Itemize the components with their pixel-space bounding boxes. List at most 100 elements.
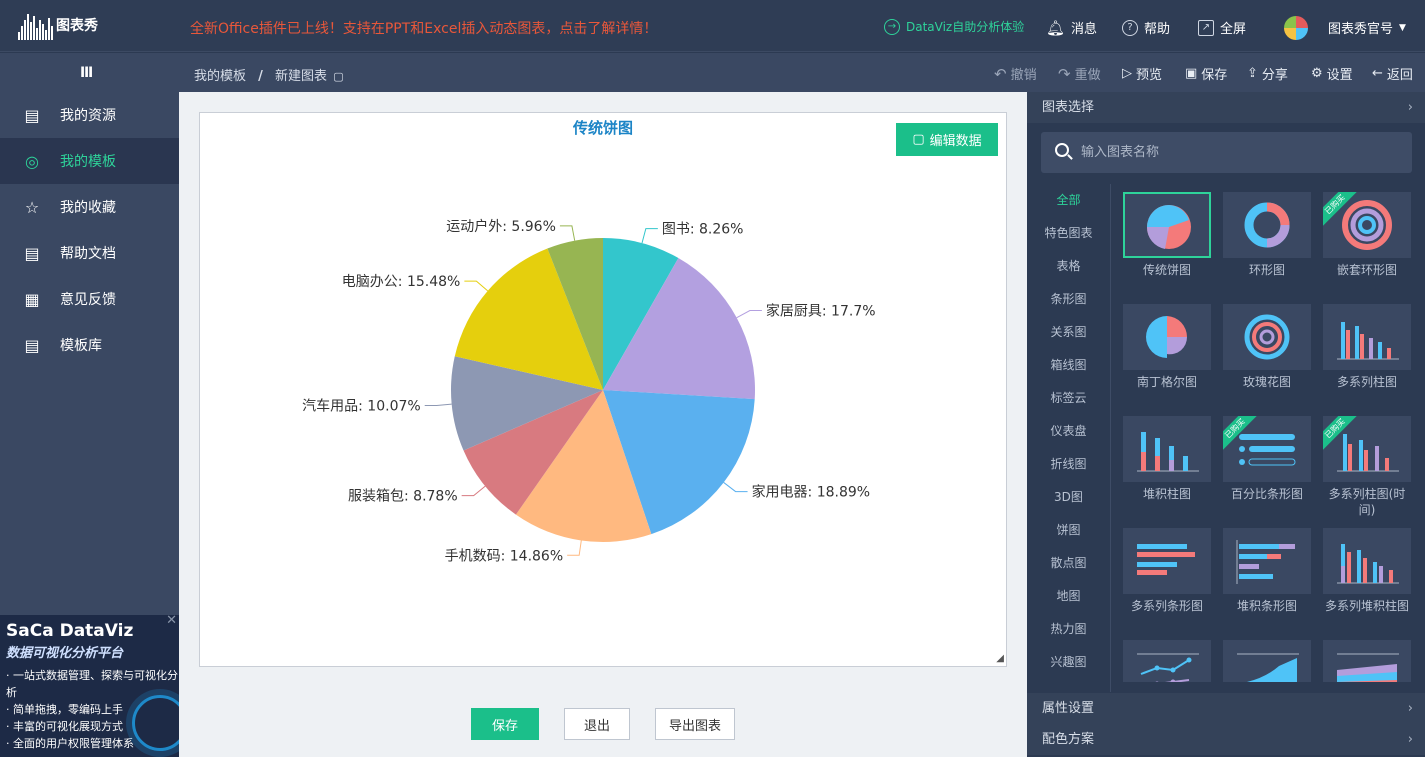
- property-settings-label: 属性设置: [1042, 701, 1095, 716]
- category-item[interactable]: 表格: [1027, 250, 1110, 283]
- chart-thumbnail: 已购买: [1323, 416, 1411, 482]
- share-button[interactable]: ⇪ 分享: [1247, 64, 1288, 83]
- fullscreen-button[interactable]: ↗ 全屏: [1198, 18, 1246, 37]
- category-item[interactable]: 3D图: [1027, 481, 1110, 514]
- share-icon: ⇪: [1247, 66, 1258, 81]
- arrow-left-icon: ←: [1372, 66, 1383, 81]
- sidebar-item-label: 意见反馈: [60, 292, 116, 308]
- settings-button[interactable]: ⚙ 设置: [1311, 64, 1353, 83]
- chart-type-tile[interactable]: 南丁格尔图: [1123, 304, 1211, 390]
- resize-handle-icon[interactable]: ◢: [996, 653, 1004, 664]
- chart-type-tile[interactable]: 玫瑰花图: [1223, 304, 1311, 390]
- account-menu[interactable]: 图表秀官号 ▼: [1328, 18, 1406, 37]
- sidebar-item-library[interactable]: ▤ 模板库: [0, 322, 179, 368]
- logo[interactable]: 图表秀: [18, 10, 98, 40]
- save-toolbar-label: 保存: [1201, 68, 1228, 83]
- chart-type-tile[interactable]: 传统饼图: [1123, 192, 1211, 278]
- close-icon[interactable]: ✕: [166, 615, 177, 628]
- chevron-right-icon: ›: [1407, 100, 1413, 115]
- chart-type-label: 堆积柱图: [1142, 487, 1191, 501]
- chart-type-tile[interactable]: [1223, 640, 1311, 682]
- sidebar-item-help-docs[interactable]: ▤ 帮助文档: [0, 230, 179, 276]
- chart-type-tile[interactable]: 堆积柱图: [1123, 416, 1211, 502]
- chart-thumbnail: [1123, 640, 1211, 682]
- category-item[interactable]: 全部: [1027, 184, 1110, 217]
- chart-select-label: 图表选择: [1042, 100, 1095, 115]
- promo-banner[interactable]: ✕ SaCa DataViz 数据可视化分析平台 一站式数据管理、探索与可视化分…: [0, 615, 179, 757]
- announcement-link[interactable]: 全新Office插件已上线！支持在PPT和Excel插入动态图表，点击了解详情！: [190, 18, 657, 38]
- main-area: 传统饼图 ▢ 编辑数据 图书: 8.26% 家居厨具: 17.7% 家用电器: 18…: [179, 92, 1027, 757]
- library-icon: ▤: [24, 335, 40, 355]
- sidebar-item-feedback[interactable]: ▦ 意见反馈: [0, 276, 179, 322]
- category-item[interactable]: 仪表盘: [1027, 415, 1110, 448]
- sidebar-item-label: 帮助文档: [60, 246, 116, 262]
- menu-toggle-icon[interactable]: Ⅲ: [80, 65, 94, 81]
- bottom-actions: 保存 退出 导出图表: [179, 687, 1027, 757]
- messages-label: 消息: [1071, 22, 1098, 37]
- category-item[interactable]: 关系图: [1027, 316, 1110, 349]
- pie-slice-label: 家用电器: 18.89%: [752, 484, 871, 501]
- redo-button[interactable]: ↷ 重做: [1058, 64, 1101, 84]
- save-toolbar-button[interactable]: ▣ 保存: [1185, 64, 1227, 83]
- category-item[interactable]: 箱线图: [1027, 349, 1110, 382]
- chart-type-label: 南丁格尔图: [1136, 375, 1197, 389]
- category-item[interactable]: 特色图表: [1027, 217, 1110, 250]
- logo-text: 图表秀: [56, 18, 98, 34]
- pie-label-line: [461, 485, 486, 497]
- preview-button[interactable]: ▷ 预览: [1122, 64, 1162, 83]
- chart-thumbnail: 已购买: [1323, 192, 1411, 258]
- messages-button[interactable]: 🔔︎ 消息: [1046, 18, 1098, 38]
- sidebar-item-resources[interactable]: ▤ 我的资源: [0, 92, 179, 138]
- save-button[interactable]: 保存: [471, 708, 539, 740]
- sidebar-item-templates[interactable]: ◎ 我的模板: [0, 138, 179, 184]
- chart-type-label: 环形图: [1248, 263, 1285, 277]
- back-button[interactable]: ← 返回: [1372, 64, 1413, 83]
- breadcrumb-parent[interactable]: 我的模板: [194, 69, 246, 84]
- category-item[interactable]: 折线图: [1027, 448, 1110, 481]
- chart-thumbnail: [1223, 304, 1311, 370]
- color-scheme-label: 配色方案: [1042, 732, 1095, 747]
- export-button[interactable]: 导出图表: [655, 708, 735, 740]
- chart-select-header[interactable]: 图表选择 ›: [1027, 92, 1425, 123]
- chart-thumbnail: 已购买: [1223, 416, 1311, 482]
- sidebar-item-favorites[interactable]: ☆ 我的收藏: [0, 184, 179, 230]
- chart-type-tile[interactable]: 多系列柱图: [1323, 304, 1411, 390]
- chart-type-tile[interactable]: [1123, 640, 1211, 682]
- avatar[interactable]: [1284, 16, 1308, 40]
- category-item[interactable]: 地图: [1027, 580, 1110, 613]
- property-settings-header[interactable]: 属性设置 ›: [1027, 693, 1425, 724]
- chart-type-tile[interactable]: 多系列堆积柱图: [1323, 528, 1411, 614]
- chart-type-tile[interactable]: [1323, 640, 1411, 682]
- chart-type-tile[interactable]: 已购买 百分比条形图: [1223, 416, 1311, 502]
- breadcrumb-separator: /: [258, 69, 263, 84]
- category-item[interactable]: 饼图: [1027, 514, 1110, 547]
- play-icon: ▷: [1122, 66, 1132, 81]
- redo-label: 重做: [1074, 68, 1101, 83]
- chart-type-tile[interactable]: 已购买 多系列柱图(时间): [1323, 416, 1411, 518]
- undo-icon: ↶: [994, 64, 1007, 83]
- chart-type-tile[interactable]: 多系列条形图: [1123, 528, 1211, 614]
- star-icon: ☆: [24, 197, 40, 217]
- question-icon: ?: [1122, 19, 1138, 36]
- undo-button[interactable]: ↶ 撤销: [994, 64, 1037, 84]
- category-item[interactable]: 热力图: [1027, 613, 1110, 646]
- category-item[interactable]: 条形图: [1027, 283, 1110, 316]
- exit-button[interactable]: 退出: [564, 708, 630, 740]
- right-panel: 图表选择 › 全部特色图表表格条形图关系图箱线图标签云仪表盘折线图3D图饼图散点…: [1027, 92, 1425, 757]
- chart-canvas[interactable]: 传统饼图 ▢ 编辑数据 图书: 8.26% 家居厨具: 17.7% 家用电器: 18…: [199, 112, 1007, 667]
- pie-slice-label: 家居厨具: 17.7%: [766, 303, 876, 320]
- chart-type-tile[interactable]: 已购买 嵌套环形图: [1323, 192, 1411, 278]
- caret-down-icon: ▼: [1399, 22, 1406, 33]
- category-item[interactable]: 兴趣图: [1027, 646, 1110, 679]
- chart-type-tile[interactable]: 堆积条形图: [1223, 528, 1311, 614]
- chart-gallery: 传统饼图环形图 已购买 嵌套环形图南丁格尔图 玫瑰花图 多系列柱图堆积柱图 已购买 百分比条…: [1123, 192, 1423, 682]
- disk-icon: ▣: [1185, 66, 1198, 81]
- dataviz-link[interactable]: → DataViz自助分析体验: [884, 18, 1024, 35]
- category-item[interactable]: 散点图: [1027, 547, 1110, 580]
- color-scheme-header[interactable]: 配色方案 ›: [1027, 724, 1425, 755]
- help-button[interactable]: ? 帮助: [1122, 18, 1170, 37]
- chart-type-tile[interactable]: 环形图: [1223, 192, 1311, 278]
- search-input[interactable]: [1081, 132, 1401, 173]
- category-item[interactable]: 标签云: [1027, 382, 1110, 415]
- rename-icon[interactable]: ▢: [333, 70, 343, 83]
